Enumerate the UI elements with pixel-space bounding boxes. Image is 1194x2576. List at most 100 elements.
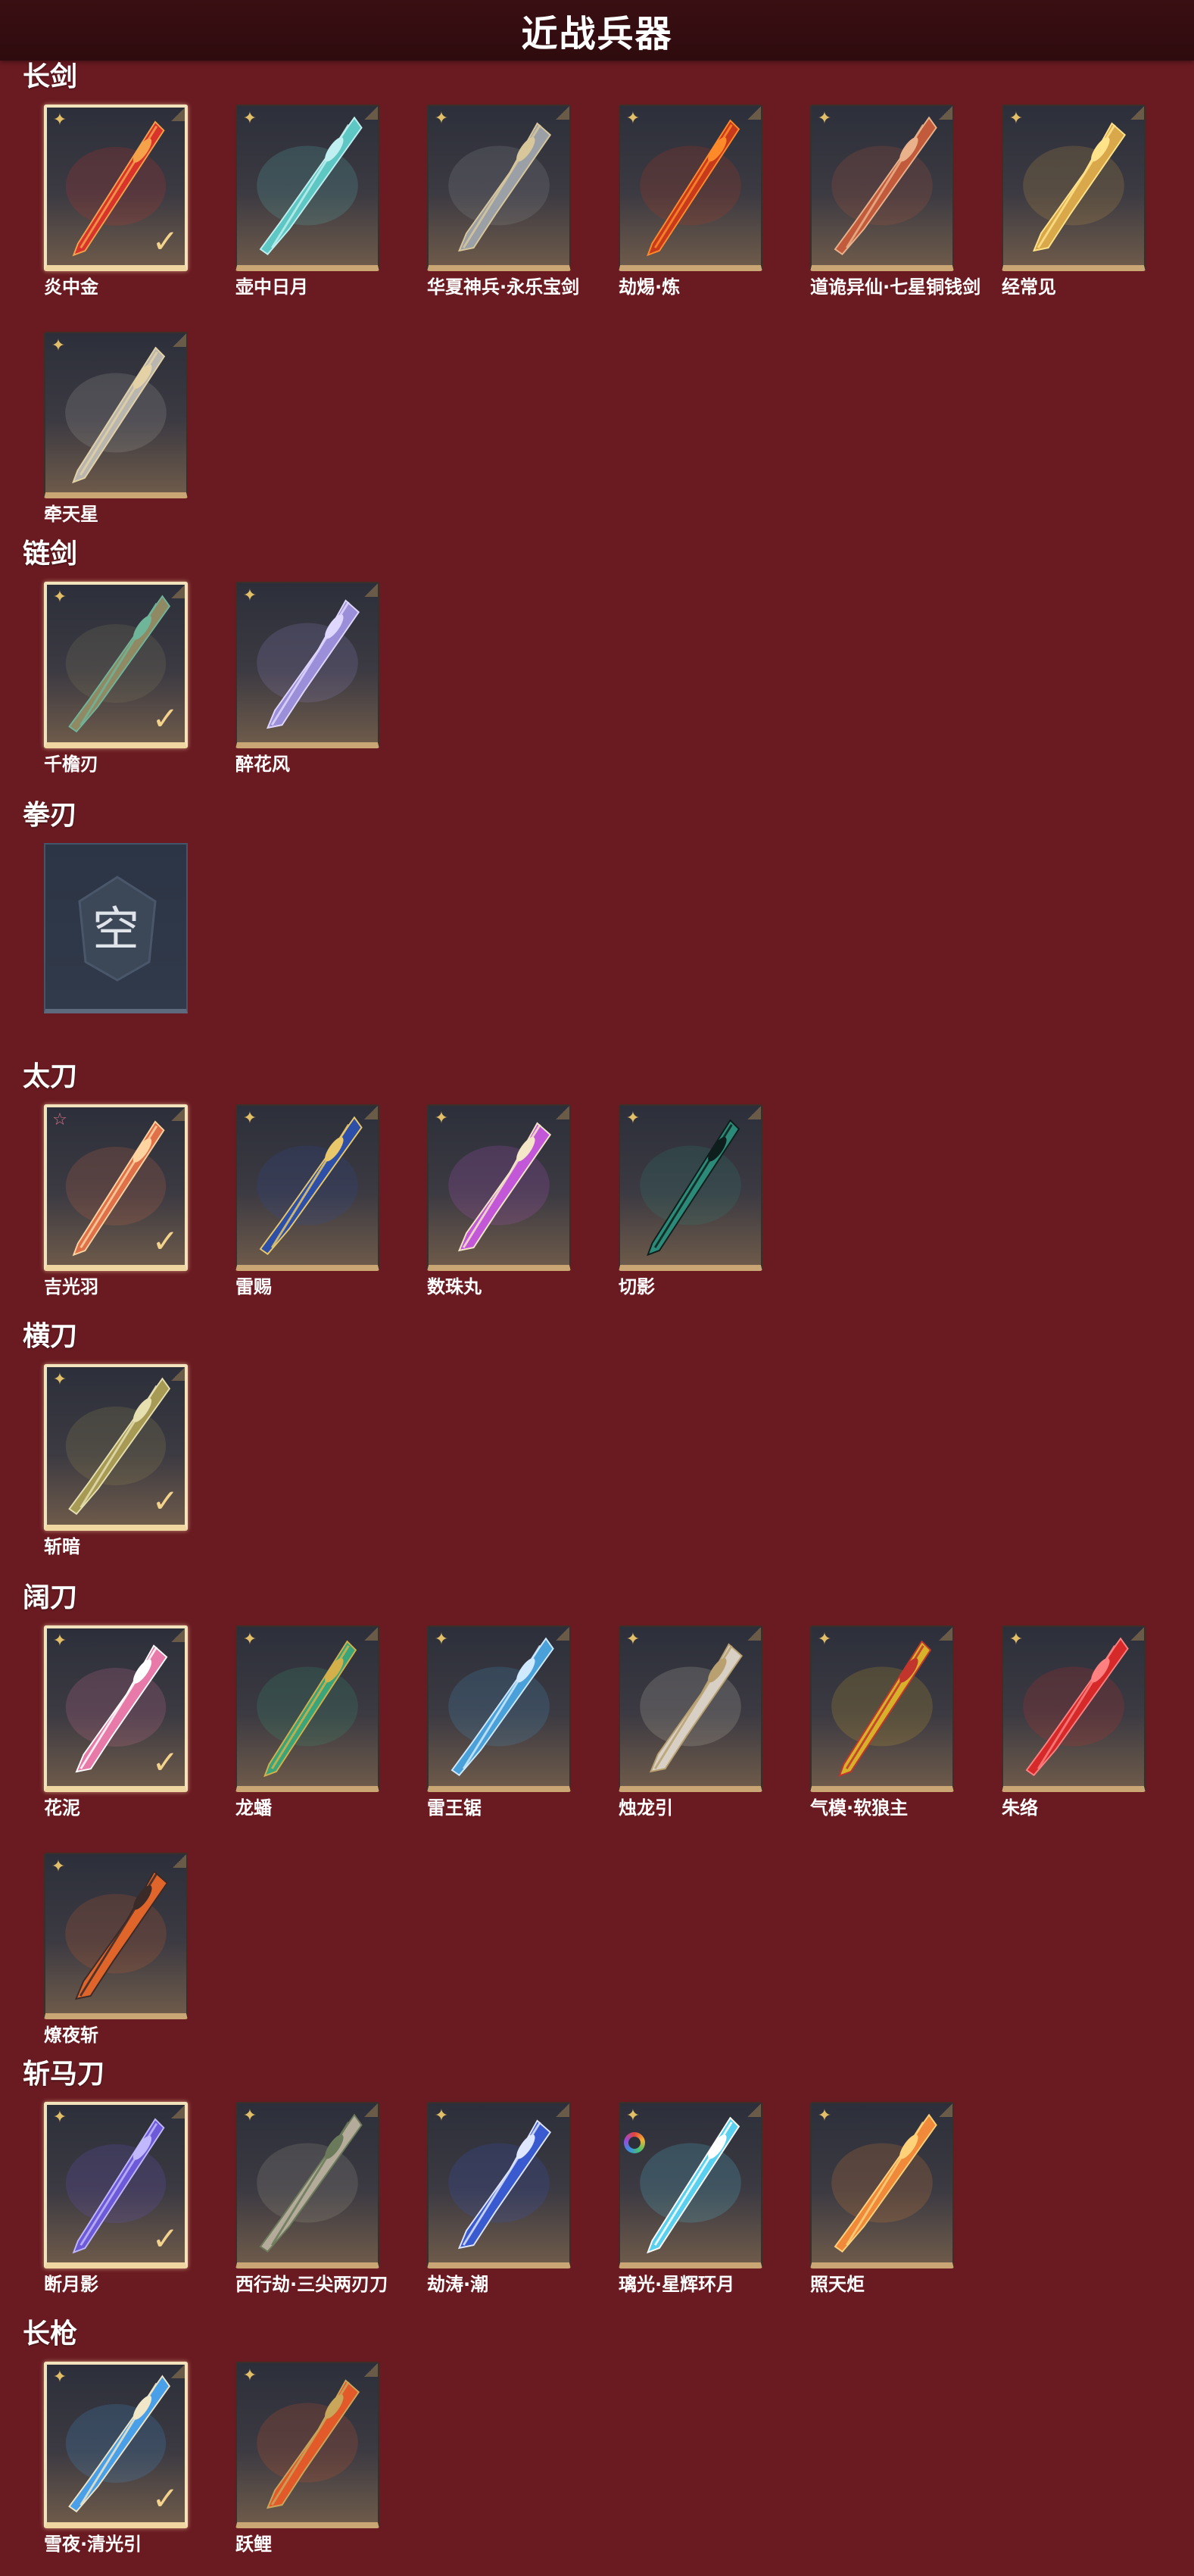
weapon-item[interactable]: ✦ 照天炬 [810, 2102, 992, 2296]
weapon-name: 道诡异仙·七星铜钱剑 [810, 276, 981, 298]
rarity-star-icon: ✦ [52, 1370, 67, 1389]
weapon-card[interactable]: ✦ [235, 1625, 379, 1792]
weapon-card[interactable]: ☆ ✓ [44, 1104, 188, 1271]
rarity-star-icon: ✦ [51, 336, 66, 355]
weapon-item[interactable]: ✦ 道诡异仙·七星铜钱剑 [810, 105, 992, 298]
weapon-art-icon [448, 122, 552, 252]
card-corner-decoration [939, 106, 952, 120]
weapon-name: 雪夜·清光引 [44, 2534, 142, 2555]
weapon-name: 璃光·星辉环月 [619, 2274, 735, 2295]
section-title: 拳刃 [23, 800, 78, 831]
weapon-card[interactable]: ✦ [619, 2102, 762, 2268]
rarity-star-icon: ✦ [625, 109, 641, 128]
weapon-item[interactable]: ✦ 气模·软狼主 [810, 1625, 992, 1819]
weapon-art-icon [448, 2119, 552, 2250]
rarity-star-icon: ✦ [242, 2366, 257, 2385]
weapon-card[interactable]: ✦ [619, 1104, 762, 1271]
empty-slot-card[interactable]: 空 [44, 843, 188, 1013]
rarity-star-icon: ✦ [242, 1630, 257, 1649]
weapon-card[interactable]: ✦ [427, 1104, 571, 1271]
weapon-name: 数珠丸 [427, 1276, 482, 1297]
weapon-card[interactable]: ✦ [235, 2362, 379, 2528]
weapon-name: 壶中日月 [235, 276, 308, 298]
weapon-card[interactable]: ✦ [44, 332, 188, 498]
weapon-card[interactable]: ✦ [427, 1625, 571, 1792]
weapon-name: 炎中金 [44, 276, 98, 298]
weapon-item[interactable]: ✦ ✓ 雪夜·清光引 [44, 2362, 226, 2556]
card-corner-decoration [171, 2365, 185, 2378]
weapon-art-icon [448, 1637, 554, 1776]
weapon-card[interactable]: ✦ [619, 105, 762, 271]
weapon-item[interactable]: ✦ 雷赐 [235, 1104, 417, 1298]
weapon-item[interactable]: ✦ 切影 [619, 1104, 800, 1298]
weapon-card[interactable]: ✦ [235, 582, 379, 748]
weapon-item[interactable]: ✦ 经常见 [1002, 105, 1183, 298]
card-corner-decoration [556, 1627, 569, 1641]
weapon-card[interactable]: ✦ [235, 105, 379, 271]
weapon-card[interactable]: ✦ [427, 105, 571, 271]
equipped-check-icon: ✓ [151, 1744, 179, 1781]
rarity-star-icon: ☆ [52, 1110, 67, 1129]
section-title: 阔刀 [23, 1582, 78, 1613]
weapon-card[interactable]: ✦ [235, 2102, 379, 2268]
rarity-star-icon: ✦ [52, 2108, 67, 2127]
weapon-art-icon [831, 1640, 933, 1778]
weapon-card[interactable]: ✦ [619, 1625, 762, 1792]
weapon-item[interactable]: ✦ ✓ 断月影 [44, 2102, 226, 2296]
weapon-card[interactable]: ✦ [235, 1104, 379, 1271]
weapon-card[interactable]: ✦ [810, 105, 954, 271]
weapon-item[interactable]: ✦ ✓ 斩暗 [44, 1364, 226, 1558]
card-corner-decoration [1130, 1627, 1144, 1641]
weapon-name: 朱络 [1002, 1797, 1038, 1819]
rarity-star-icon: ✦ [434, 109, 449, 128]
weapon-card[interactable]: ✦ [810, 2102, 954, 2268]
weapon-item[interactable]: 空 [44, 843, 226, 1013]
weapon-card[interactable]: ✦ ✓ [44, 1364, 188, 1531]
rarity-star-icon: ✦ [817, 109, 832, 128]
weapon-card[interactable]: ✦ [1002, 1625, 1146, 1792]
weapon-item[interactable]: ✦ 数珠丸 [427, 1104, 609, 1298]
weapon-card[interactable]: ✦ ✓ [44, 2102, 188, 2268]
weapon-card[interactable]: ✦ [427, 2102, 571, 2268]
weapon-card[interactable]: ✦ ✓ [44, 105, 188, 271]
weapon-art-icon [831, 2113, 937, 2253]
card-corner-decoration [747, 1627, 761, 1641]
weapon-item[interactable]: ✦ ✓ 花泥 [44, 1625, 226, 1819]
weapon-name: 断月影 [44, 2274, 98, 2295]
weapon-item[interactable]: ✦ 劫焬·炼 [619, 105, 800, 298]
rainbow-ring-icon [624, 2132, 645, 2153]
weapon-card[interactable]: ✦ [1002, 105, 1146, 271]
weapon-item[interactable]: ✦ ✓ 千檐刃 [44, 582, 226, 776]
weapon-art-icon [831, 116, 937, 255]
weapon-item[interactable]: ✦ 牵天星 [44, 332, 226, 526]
weapon-item[interactable]: ✦ 华夏神兵·永乐宝剑 [427, 105, 609, 298]
weapon-art-icon [1023, 1637, 1129, 1776]
weapon-item[interactable]: ✦ 醉花风 [235, 582, 417, 776]
weapon-item[interactable]: ✦ 燎夜斩 [44, 1853, 226, 2047]
weapon-item[interactable]: ✦ 劫涛·潮 [427, 2102, 609, 2296]
weapon-name: 照天炬 [810, 2274, 865, 2295]
rarity-star-icon: ✦ [434, 1109, 449, 1128]
weapon-card[interactable]: ✦ ✓ [44, 582, 188, 748]
weapon-item[interactable]: ✦ 烛龙引 [619, 1625, 800, 1819]
rarity-star-icon: ✦ [625, 1109, 641, 1128]
weapon-item[interactable]: ✦ 朱络 [1002, 1625, 1183, 1819]
weapon-item[interactable]: ✦ 雷王锯 [427, 1625, 609, 1819]
weapon-item[interactable]: ✦ 壶中日月 [235, 105, 417, 298]
weapon-card[interactable]: ✦ ✓ [44, 1625, 188, 1792]
weapon-item[interactable]: ✦ 璃光·星辉环月 [619, 2102, 800, 2296]
weapon-item[interactable]: ✦ 龙蟠 [235, 1625, 417, 1819]
section-title: 斩马刀 [23, 2059, 105, 2090]
weapon-card[interactable]: ✦ [810, 1625, 954, 1792]
weapon-art-icon [257, 1640, 358, 1778]
weapon-art-icon [65, 346, 167, 484]
weapon-name: 西行劫·三尖两刃刀 [235, 2274, 388, 2295]
weapon-card[interactable]: ✦ [44, 1853, 188, 2019]
weapon-item[interactable]: ✦ 跃鲤 [235, 2362, 417, 2556]
weapon-art-icon [640, 2116, 741, 2254]
weapon-card[interactable]: ✦ ✓ [44, 2362, 188, 2528]
weapon-item[interactable]: ☆ ✓ 吉光羽 [44, 1104, 226, 1298]
card-corner-decoration [171, 108, 185, 121]
weapon-item[interactable]: ✦ ✓ 炎中金 [44, 105, 226, 298]
weapon-item[interactable]: ✦ 西行劫·三尖两刃刀 [235, 2102, 417, 2296]
